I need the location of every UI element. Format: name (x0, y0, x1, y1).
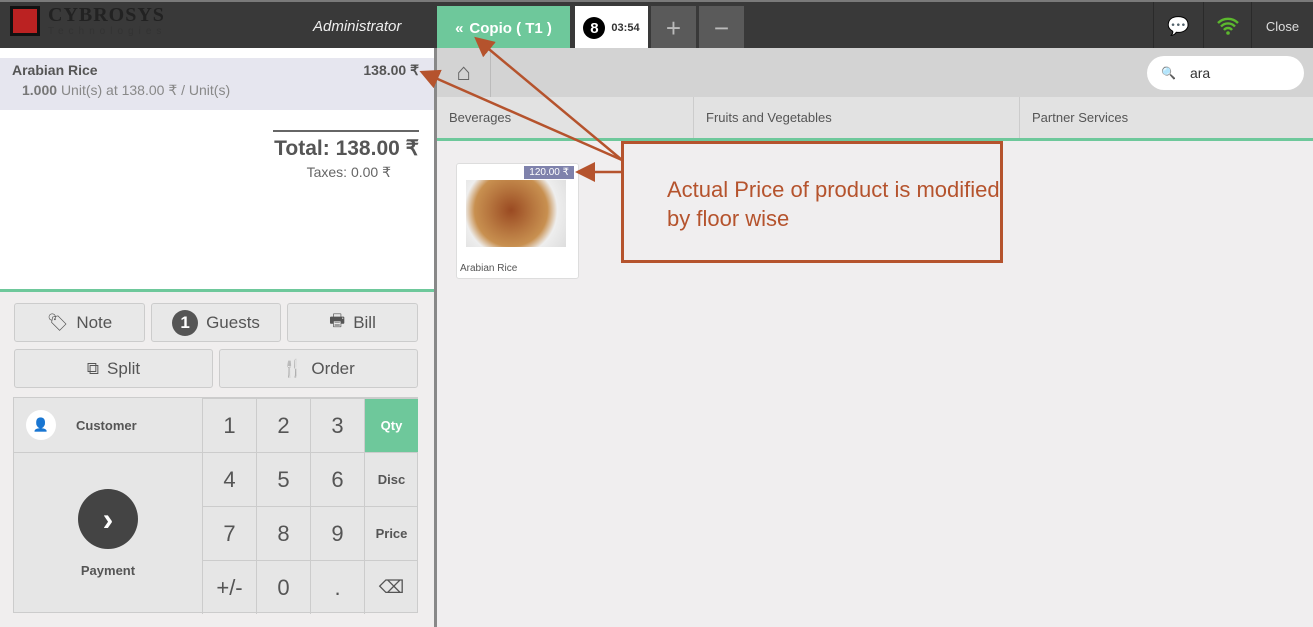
messages-button[interactable]: 💬 (1153, 2, 1203, 50)
guests-label: Guests (206, 312, 260, 332)
company-logo: CYBROSYS Technologies (4, 4, 172, 40)
top-header: CYBROSYS Technologies Administrator « Copi… (0, 0, 1313, 50)
product-price-tag: 120.00 ₹ (524, 166, 574, 179)
category-fruits-vegetables[interactable]: Fruits and Vegetables (694, 97, 1020, 138)
numpad-key[interactable]: 2 (256, 398, 310, 452)
numpad-key[interactable]: 0 (256, 560, 310, 614)
numpad: 👤 Customer › Payment 1 2 3 Qty 4 5 6 Disc 7 8 9 Price… (13, 397, 418, 614)
numpad-key[interactable]: 9 (310, 506, 364, 560)
bill-label: Bill (353, 312, 376, 332)
remove-order-button[interactable]: − (699, 6, 744, 50)
numpad-key[interactable]: 1 (202, 398, 256, 452)
payment-label: Payment (80, 563, 136, 578)
user-name[interactable]: Administrator (313, 18, 401, 35)
order-line[interactable]: Arabian Rice 138.00 ₹ 1.000 Unit(s) at 1… (0, 58, 434, 110)
search-icon: 🔍 (1161, 66, 1176, 80)
wifi-icon (1216, 17, 1239, 35)
home-icon: ⌂ (456, 58, 471, 86)
order-label: Order (311, 358, 355, 378)
product-panel: ⌂ 🔍 ara Beverages Fruits and Vegetables P… (437, 48, 1313, 627)
category-partner-services[interactable]: Partner Services (1020, 97, 1277, 138)
print-icon: 🖶 (329, 311, 346, 330)
annotation-note: Actual Price of product is modified by f… (621, 141, 1003, 263)
line-info: 1.000 Unit(s) at 138.00 ₹ / Unit(s) (22, 82, 230, 99)
order-time: 03:54 (611, 22, 640, 34)
add-order-button[interactable]: + (651, 6, 696, 50)
category-beverages[interactable]: Beverages (437, 97, 694, 138)
line-qty: 1.000 (22, 82, 58, 98)
home-button[interactable]: ⌂ (437, 48, 491, 97)
payment-button[interactable]: › Payment (14, 452, 202, 614)
numpad-key[interactable]: Price (364, 506, 418, 560)
numpad-key[interactable]: +/- (202, 560, 256, 614)
numpad-key[interactable]: 5 (256, 452, 310, 506)
bill-button[interactable]: 🖶 Bill (287, 303, 418, 342)
guests-count: 1 (172, 309, 199, 336)
order-taxes: Taxes: 0.00 ₹ (306, 164, 391, 180)
customer-label: Customer (76, 417, 137, 433)
order-panel: Arabian Rice 138.00 ₹ 1.000 Unit(s) at 1… (0, 48, 434, 627)
numpad-key[interactable]: . (310, 560, 364, 614)
user-icon: 👤 (26, 410, 56, 440)
note-label: Note (76, 312, 113, 332)
current-table-tab[interactable]: « Copio ( T1 ) (437, 6, 570, 50)
order-tab[interactable]: 8 03:54 (575, 6, 648, 50)
numpad-key[interactable]: 6 (310, 452, 364, 506)
numpad-key[interactable]: Qty (364, 398, 418, 452)
table-label: Copio ( T1 ) (469, 19, 552, 37)
split-label: Split (107, 358, 141, 378)
product-card[interactable]: 120.00 ₹ Arabian Rice (456, 163, 579, 279)
split-icon: ⧉ (86, 358, 100, 378)
connection-status[interactable] (1203, 2, 1251, 50)
backspace-icon: ⌫ (378, 577, 405, 597)
order-badge: 8 (583, 17, 606, 39)
order-summary: Arabian Rice 138.00 ₹ 1.000 Unit(s) at 1… (0, 48, 434, 292)
search-box[interactable]: 🔍 ara (1147, 56, 1304, 90)
line-price: 138.00 ₹ (363, 62, 419, 78)
numpad-key[interactable]: Disc (364, 452, 418, 506)
backspace-key[interactable]: ⌫ (364, 560, 418, 614)
numpad-key[interactable]: 4 (202, 452, 256, 506)
note-button[interactable]: 🏷 Note (14, 303, 145, 342)
line-detail: Unit(s) at 138.00 ₹ / Unit(s) (60, 82, 231, 98)
line-product-name: Arabian Rice (12, 62, 98, 78)
split-button[interactable]: ⧉ Split (14, 349, 213, 388)
product-name: Arabian Rice (460, 263, 518, 274)
category-list: Beverages Fruits and Vegetables Partner … (437, 97, 1313, 141)
close-button[interactable]: Close (1251, 2, 1313, 50)
cutlery-icon: 🍴 (282, 358, 304, 378)
order-total: Total: 138.00 ₹ (273, 130, 419, 161)
breadcrumb-bar: ⌂ 🔍 ara (437, 48, 1313, 97)
product-image (466, 180, 566, 247)
chat-icon: 💬 (1167, 15, 1190, 36)
order-button[interactable]: 🍴 Order (219, 349, 418, 388)
numpad-key[interactable]: 8 (256, 506, 310, 560)
numpad-key[interactable]: 3 (310, 398, 364, 452)
logo-subtitle: Technologies (48, 26, 167, 37)
chevron-right-icon: › (78, 489, 138, 549)
tag-icon: 🏷 (46, 312, 69, 332)
search-input[interactable]: ara (1190, 65, 1210, 81)
guests-button[interactable]: 1 Guests (151, 303, 281, 342)
numpad-key[interactable]: 7 (202, 506, 256, 560)
logo-title: CYBROSYS (48, 4, 165, 26)
customer-button[interactable]: 👤 Customer (14, 398, 202, 452)
back-chevrons-icon: « (455, 19, 464, 37)
